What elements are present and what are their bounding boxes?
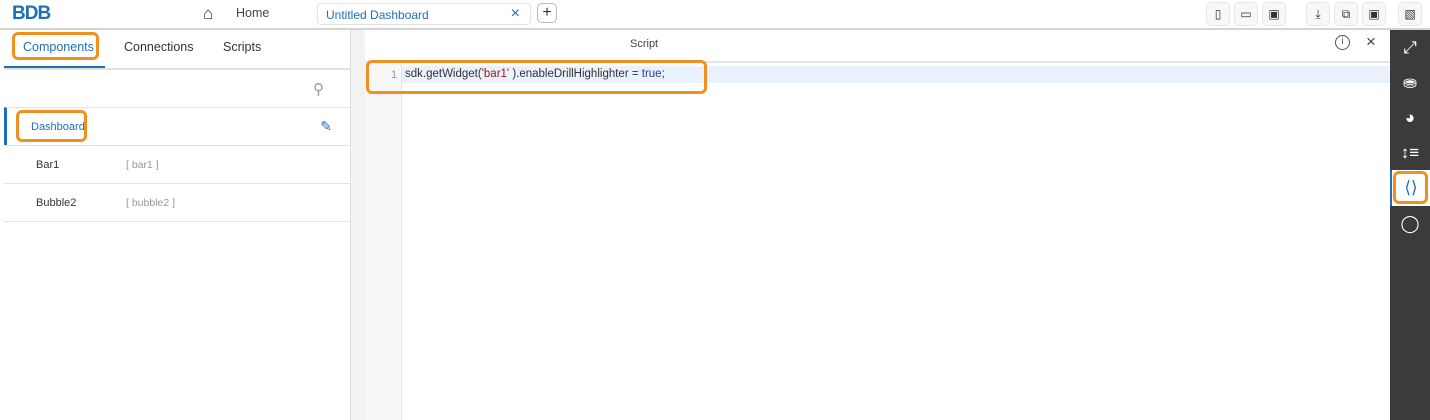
annotation-highlight: [366, 60, 707, 94]
dashboard-tab[interactable]: Untitled Dashboard ×: [317, 3, 531, 25]
edit-screen-icon[interactable]: ✎: [320, 118, 332, 135]
add-tab-button[interactable]: +: [537, 3, 557, 23]
properties-icon[interactable]: ↕≡: [1390, 135, 1430, 170]
close-icon[interactable]: ×: [1366, 32, 1376, 52]
tab-connections[interactable]: Connections: [124, 40, 194, 54]
tab-components[interactable]: Components: [23, 40, 94, 54]
database-icon[interactable]: ⛂: [1390, 65, 1430, 100]
component-id: [ bubble2 ]: [126, 197, 176, 209]
tab-scripts[interactable]: Scripts: [223, 40, 261, 54]
annotation-highlight: [16, 110, 87, 142]
chart-pie-icon[interactable]: ◕: [1390, 100, 1430, 135]
script-editor-panel: Script i × 1 sdk.getWidget('bar1' ).enab…: [365, 30, 1390, 420]
component-row-bubble2[interactable]: Bubble2 [ bubble2 ]: [4, 183, 350, 222]
component-id: [ bar1 ]: [126, 159, 159, 171]
home-link[interactable]: Home: [236, 6, 269, 20]
lightbulb-icon[interactable]: ◯: [1390, 206, 1430, 241]
top-bar: BDB ⌂ Home Untitled Dashboard × + ▯ ▭ ▣ …: [0, 0, 1430, 30]
tablet-icon[interactable]: ▭: [1234, 2, 1258, 26]
divider: [4, 68, 350, 70]
info-icon[interactable]: i: [1335, 35, 1350, 50]
left-panel: Components Connections Scripts ⚲ Dashboa…: [0, 30, 350, 420]
editor-title: Script: [630, 38, 659, 50]
save-icon[interactable]: ▣: [1362, 2, 1386, 26]
laptop-icon[interactable]: ▣: [1262, 2, 1286, 26]
component-name: Bar1: [36, 159, 60, 171]
home-icon[interactable]: ⌂: [203, 4, 213, 24]
preview-monitor-icon[interactable]: ▧: [1398, 2, 1422, 26]
copy-icon[interactable]: ⧉: [1334, 2, 1358, 26]
component-row-bar1[interactable]: Bar1 [ bar1 ]: [4, 145, 350, 183]
search-icon[interactable]: ⚲: [313, 80, 324, 98]
line-gutter: [365, 63, 402, 420]
annotation-highlight: [1393, 171, 1428, 204]
expand-icon[interactable]: ⤢: [1390, 30, 1430, 65]
mobile-icon[interactable]: ▯: [1206, 2, 1230, 26]
right-rail: ⤢ ⛂ ◕ ↕≡ ⟨⟩ ◯: [1390, 30, 1430, 420]
dashboard-tab-title: Untitled Dashboard: [326, 8, 429, 22]
download-icon[interactable]: ⤓: [1306, 2, 1330, 26]
panel-resizer[interactable]: [350, 30, 365, 420]
bdb-logo[interactable]: BDB: [12, 3, 51, 25]
component-name: Bubble2: [36, 197, 77, 209]
close-tab-icon[interactable]: ×: [511, 5, 520, 23]
